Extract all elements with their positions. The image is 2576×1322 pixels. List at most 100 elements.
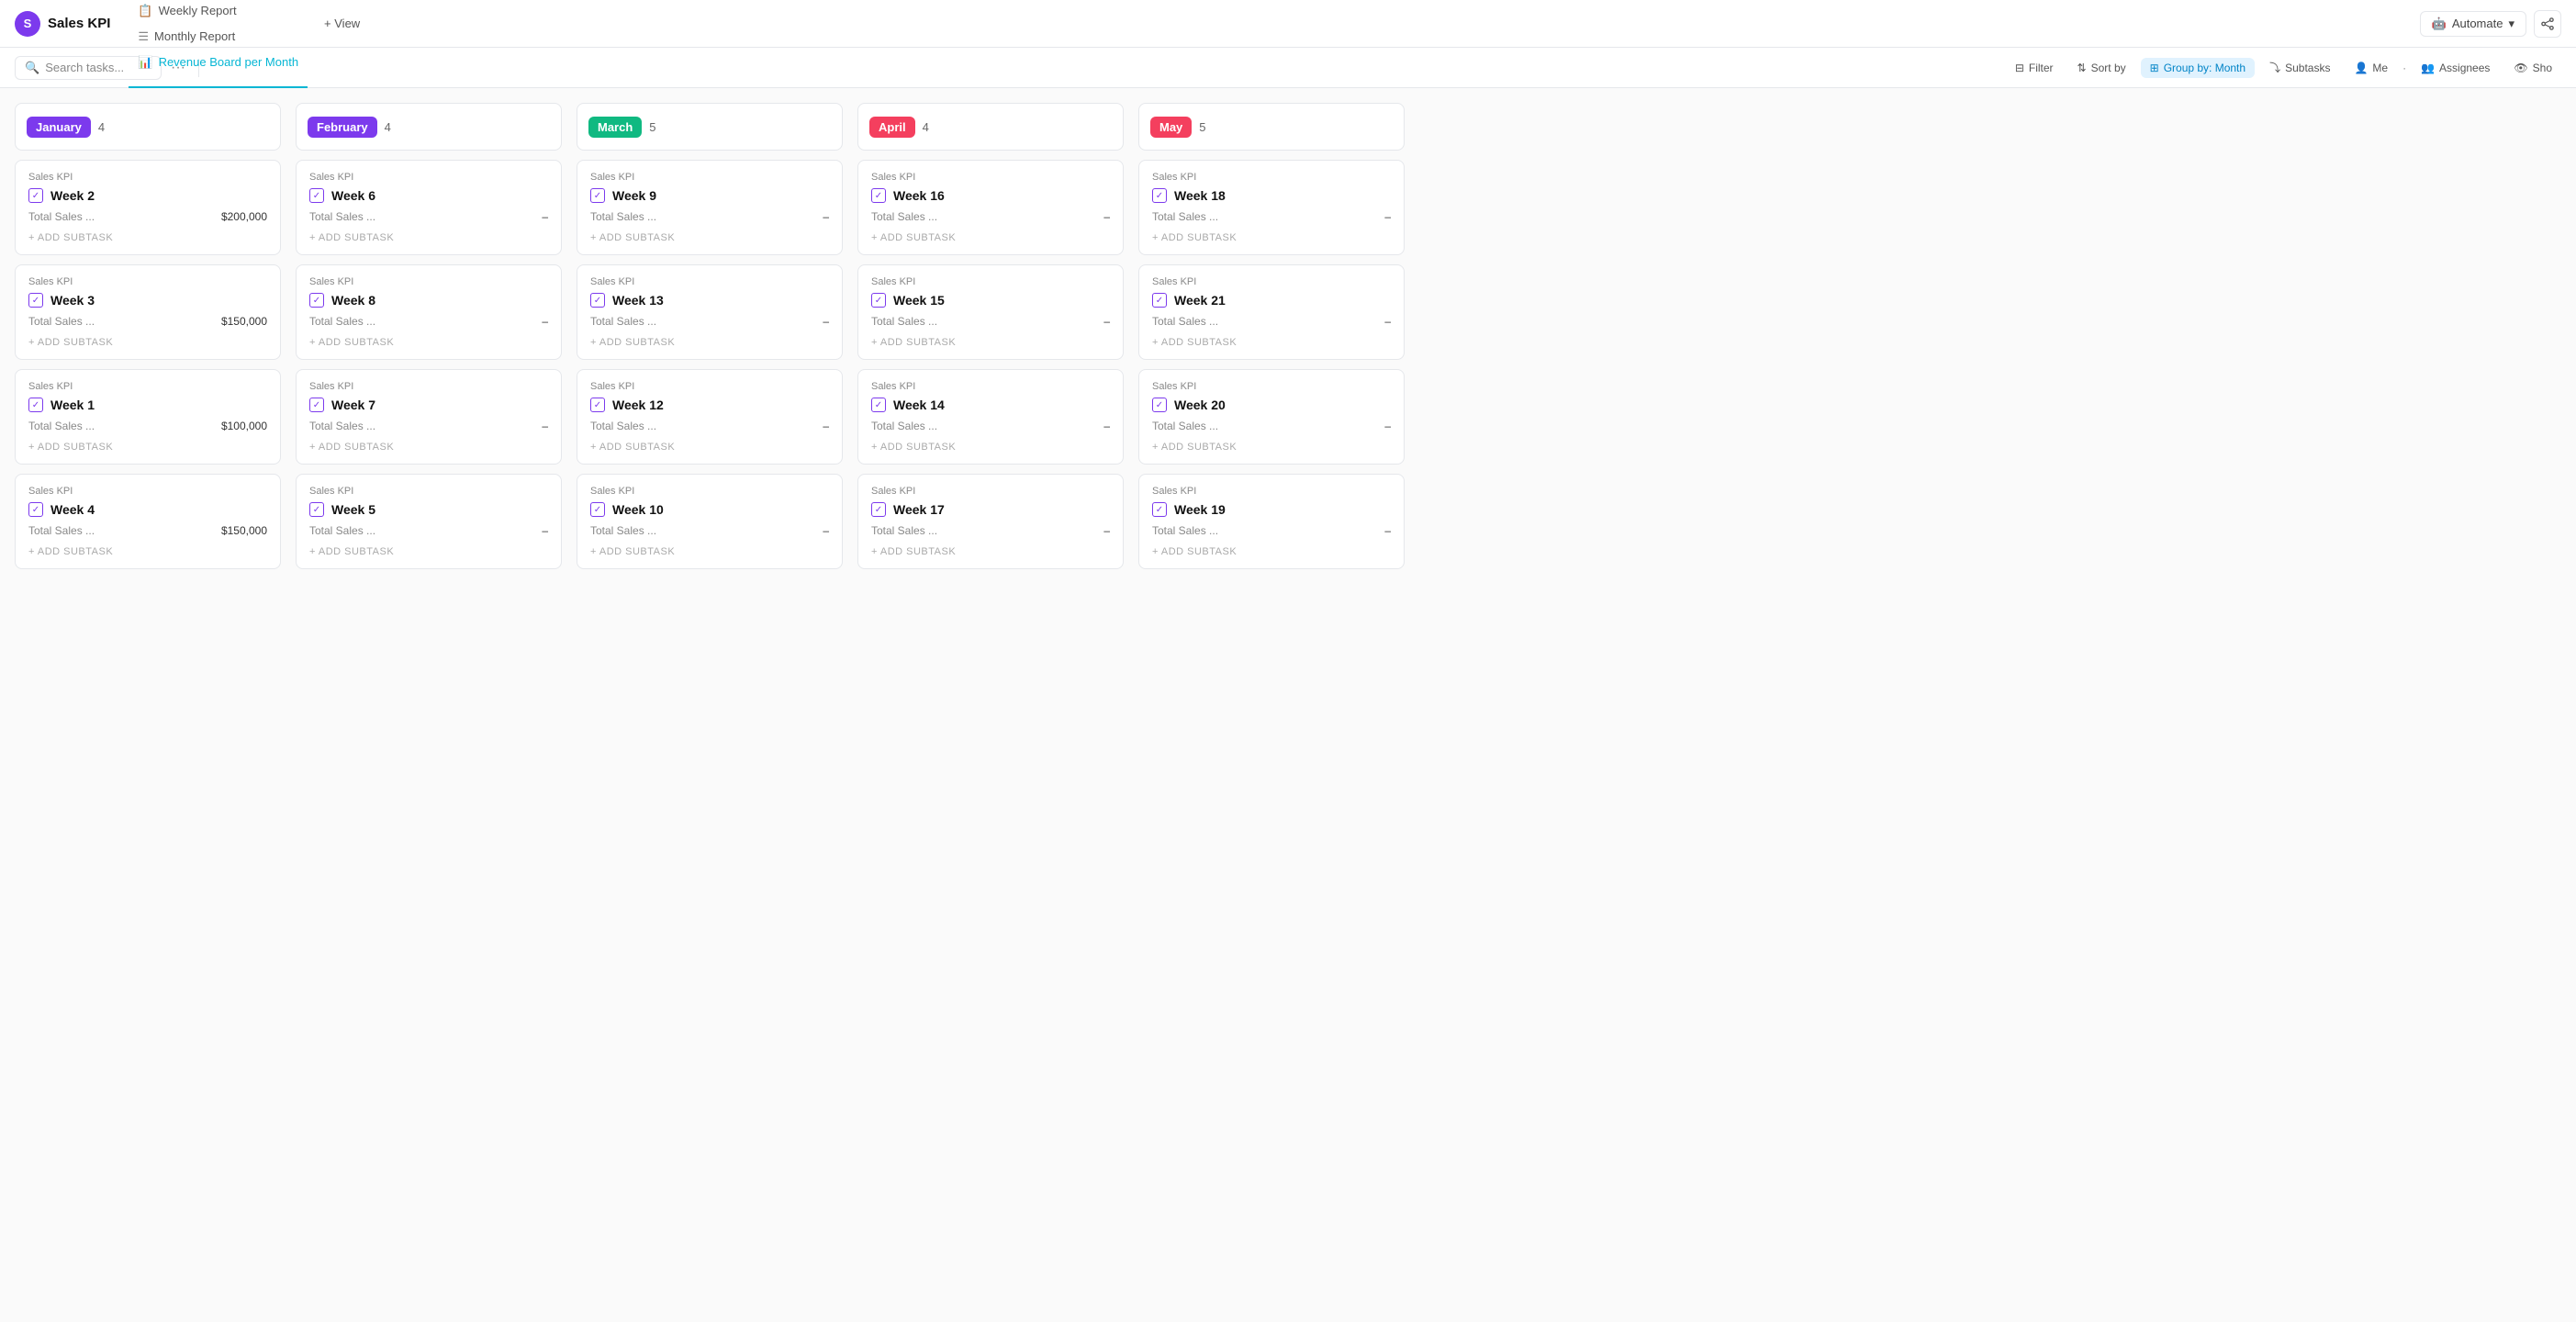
card-week1: Sales KPI Week 1 Total Sales ... $100,00… [15,369,281,465]
card-label-week5: Total Sales ... [309,524,375,537]
card-check-week5[interactable] [309,502,324,517]
add-subtask-week16[interactable]: + ADD SUBTASK [871,229,1110,243]
card-week14: Sales KPI Week 14 Total Sales ... – + AD… [857,369,1124,465]
card-check-week8[interactable] [309,293,324,308]
card-check-week3[interactable] [28,293,43,308]
card-label-week18: Total Sales ... [1152,210,1218,223]
add-subtask-week4[interactable]: + ADD SUBTASK [28,543,267,557]
add-subtask-week2[interactable]: + ADD SUBTASK [28,229,267,243]
column-march: March 5 Sales KPI Week 9 Total Sales ...… [577,103,843,1307]
add-subtask-week12[interactable]: + ADD SUBTASK [590,438,829,453]
add-subtask-week6[interactable]: + ADD SUBTASK [309,229,548,243]
card-check-week9[interactable] [590,188,605,203]
add-subtask-week9[interactable]: + ADD SUBTASK [590,229,829,243]
nav-tab-monthly-report[interactable]: ☰Monthly Report [129,24,308,50]
add-subtask-week17[interactable]: + ADD SUBTASK [871,543,1110,557]
nav-tab-weekly-report[interactable]: 📋Weekly Report [129,0,308,24]
add-subtask-week19[interactable]: + ADD SUBTASK [1152,543,1391,557]
card-value-week16: – [1103,210,1110,223]
card-title-row-week21: Week 21 [1152,293,1391,308]
add-subtask-week1[interactable]: + ADD SUBTASK [28,438,267,453]
add-subtask-week18[interactable]: + ADD SUBTASK [1152,229,1391,243]
card-title-row-week15: Week 15 [871,293,1110,308]
month-badge-april[interactable]: April [869,117,915,138]
add-subtask-week5[interactable]: + ADD SUBTASK [309,543,548,557]
group-by-button[interactable]: ⊞ Group by: Month [2141,58,2255,78]
month-badge-march[interactable]: March [588,117,642,138]
card-title-week7: Week 7 [331,398,375,412]
add-subtask-week10[interactable]: + ADD SUBTASK [590,543,829,557]
add-subtask-week20[interactable]: + ADD SUBTASK [1152,438,1391,453]
card-title-row-week6: Week 6 [309,188,548,203]
card-title-week2: Week 2 [50,188,95,203]
card-check-week13[interactable] [590,293,605,308]
card-check-week15[interactable] [871,293,886,308]
card-row-week10: Total Sales ... – [590,522,829,537]
card-title-row-week12: Week 12 [590,398,829,412]
card-label-week21: Total Sales ... [1152,315,1218,328]
card-check-week7[interactable] [309,398,324,412]
subtasks-button[interactable]: ⤵ Subtasks [2260,56,2339,79]
card-value-week20: – [1384,420,1391,432]
card-check-week16[interactable] [871,188,886,203]
card-check-week14[interactable] [871,398,886,412]
add-subtask-week21[interactable]: + ADD SUBTASK [1152,333,1391,348]
assignees-icon: 👥 [2421,62,2435,74]
add-subtask-week13[interactable]: + ADD SUBTASK [590,333,829,348]
card-title-week14: Week 14 [893,398,945,412]
card-parent-week20: Sales KPI [1152,381,1391,392]
card-row-week13: Total Sales ... – [590,313,829,328]
assignees-button[interactable]: 👥 Assignees [2412,58,2499,78]
card-title-week8: Week 8 [331,293,375,308]
card-parent-week13: Sales KPI [590,276,829,287]
card-check-week21[interactable] [1152,293,1167,308]
month-badge-may[interactable]: May [1150,117,1192,138]
nav-tab-revenue-board[interactable]: 📊Revenue Board per Month [129,50,308,75]
card-title-row-week3: Week 3 [28,293,267,308]
toolbar-right: ⊟ Filter ⇅ Sort by ⊞ Group by: Month ⤵ S… [2006,56,2561,79]
card-check-week18[interactable] [1152,188,1167,203]
card-check-week12[interactable] [590,398,605,412]
automate-button[interactable]: 🤖 Automate ▾ [2420,11,2526,37]
card-title-week18: Week 18 [1174,188,1226,203]
month-badge-january[interactable]: January [27,117,91,138]
card-check-week17[interactable] [871,502,886,517]
card-title-week4: Week 4 [50,502,95,517]
add-subtask-week7[interactable]: + ADD SUBTASK [309,438,548,453]
card-title-row-week20: Week 20 [1152,398,1391,412]
card-row-week12: Total Sales ... – [590,418,829,432]
card-check-week19[interactable] [1152,502,1167,517]
card-check-week1[interactable] [28,398,43,412]
share-button[interactable] [2534,10,2561,38]
month-badge-february[interactable]: February [308,117,377,138]
card-parent-week7: Sales KPI [309,381,548,392]
me-button[interactable]: 👤 Me [2345,58,2397,78]
card-check-week6[interactable] [309,188,324,203]
card-parent-week15: Sales KPI [871,276,1110,287]
card-row-week1: Total Sales ... $100,000 [28,418,267,432]
card-title-row-week8: Week 8 [309,293,548,308]
card-parent-week8: Sales KPI [309,276,548,287]
card-check-week2[interactable] [28,188,43,203]
nav-tabs: 📄Getting Started Guide📋Weekly Report☰Mon… [129,0,308,75]
show-button[interactable]: 👁 Sho [2504,58,2561,78]
sort-by-button[interactable]: ⇅ Sort by [2068,58,2135,78]
card-value-week12: – [823,420,829,432]
card-label-week6: Total Sales ... [309,210,375,223]
card-parent-week5: Sales KPI [309,486,548,497]
add-subtask-week8[interactable]: + ADD SUBTASK [309,333,548,348]
card-check-week4[interactable] [28,502,43,517]
add-subtask-week14[interactable]: + ADD SUBTASK [871,438,1110,453]
filter-icon: ⊟ [2015,62,2024,74]
sort-icon: ⇅ [2078,62,2087,74]
card-title-week17: Week 17 [893,502,945,517]
filter-button[interactable]: ⊟ Filter [2006,58,2063,78]
add-subtask-week15[interactable]: + ADD SUBTASK [871,333,1110,348]
add-subtask-week3[interactable]: + ADD SUBTASK [28,333,267,348]
card-parent-week9: Sales KPI [590,172,829,183]
card-check-week20[interactable] [1152,398,1167,412]
card-check-week10[interactable] [590,502,605,517]
card-row-week9: Total Sales ... – [590,208,829,223]
add-view-button[interactable]: + View [315,11,369,36]
card-label-week12: Total Sales ... [590,420,656,432]
